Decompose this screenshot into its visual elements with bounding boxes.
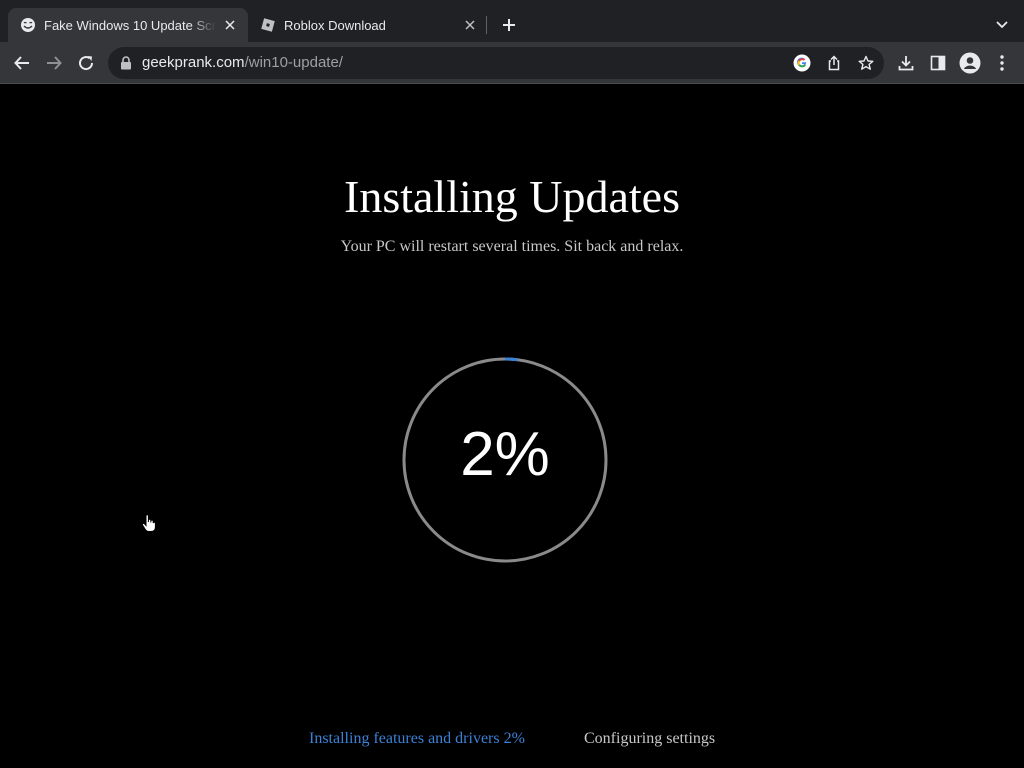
troll-face-icon xyxy=(20,17,36,33)
tab-title: Roblox Download xyxy=(284,17,386,33)
reload-icon xyxy=(79,56,94,71)
tab-title: Fake Windows 10 Update Screen xyxy=(44,17,216,33)
tab-roblox-download[interactable]: Roblox Download xyxy=(250,8,486,42)
lock-icon[interactable] xyxy=(118,55,134,71)
forward-button[interactable] xyxy=(40,49,68,77)
profile-button[interactable] xyxy=(956,49,984,77)
tab-strip: Fake Windows 10 Update Screen Roblox Dow… xyxy=(0,0,1024,42)
next-step-label: Configuring settings xyxy=(584,730,716,747)
close-tab-icon[interactable] xyxy=(222,17,238,33)
menu-button[interactable] xyxy=(988,49,1016,77)
address-bar[interactable]: geekprank.com/win10-update/ xyxy=(108,47,884,79)
side-panel-icon xyxy=(930,55,946,71)
bookmark-star-icon[interactable] xyxy=(854,51,878,75)
reload-button[interactable] xyxy=(72,49,100,77)
back-button[interactable] xyxy=(8,49,36,77)
url-text[interactable]: geekprank.com/win10-update/ xyxy=(142,54,343,71)
kebab-menu-icon xyxy=(1000,55,1004,71)
progress-percent: 2% xyxy=(460,420,550,489)
close-tab-icon[interactable] xyxy=(462,17,478,33)
progress-ring: 2% xyxy=(400,355,610,565)
side-panel-button[interactable] xyxy=(924,49,952,77)
browser-toolbar: geekprank.com/win10-update/ xyxy=(0,42,1024,84)
new-tab-button[interactable] xyxy=(497,13,521,37)
current-step-label: Installing features and drivers 2% xyxy=(309,730,525,747)
downloads-button[interactable] xyxy=(892,49,920,77)
page-title: Installing Updates xyxy=(344,171,680,222)
url-host: geekprank.com xyxy=(142,54,245,71)
tab-search-button[interactable] xyxy=(990,13,1014,37)
arrow-left-icon xyxy=(14,56,29,70)
arrow-right-icon xyxy=(47,56,62,70)
plus-icon xyxy=(503,19,515,31)
avatar-icon xyxy=(959,52,981,74)
share-icon[interactable] xyxy=(822,51,846,75)
hand-cursor-icon xyxy=(140,513,158,533)
roblox-icon xyxy=(260,17,276,33)
download-icon xyxy=(898,56,914,71)
page-viewport: Installing Updates Your PC will restart … xyxy=(0,85,1024,768)
chevron-down-icon xyxy=(996,21,1008,29)
tab-fake-windows-update[interactable]: Fake Windows 10 Update Screen xyxy=(8,8,248,42)
tab-separator xyxy=(486,16,487,34)
url-path: /win10-update/ xyxy=(244,54,343,71)
page-subtitle: Your PC will restart several times. Sit … xyxy=(340,238,684,255)
google-lens-icon[interactable] xyxy=(790,51,814,75)
